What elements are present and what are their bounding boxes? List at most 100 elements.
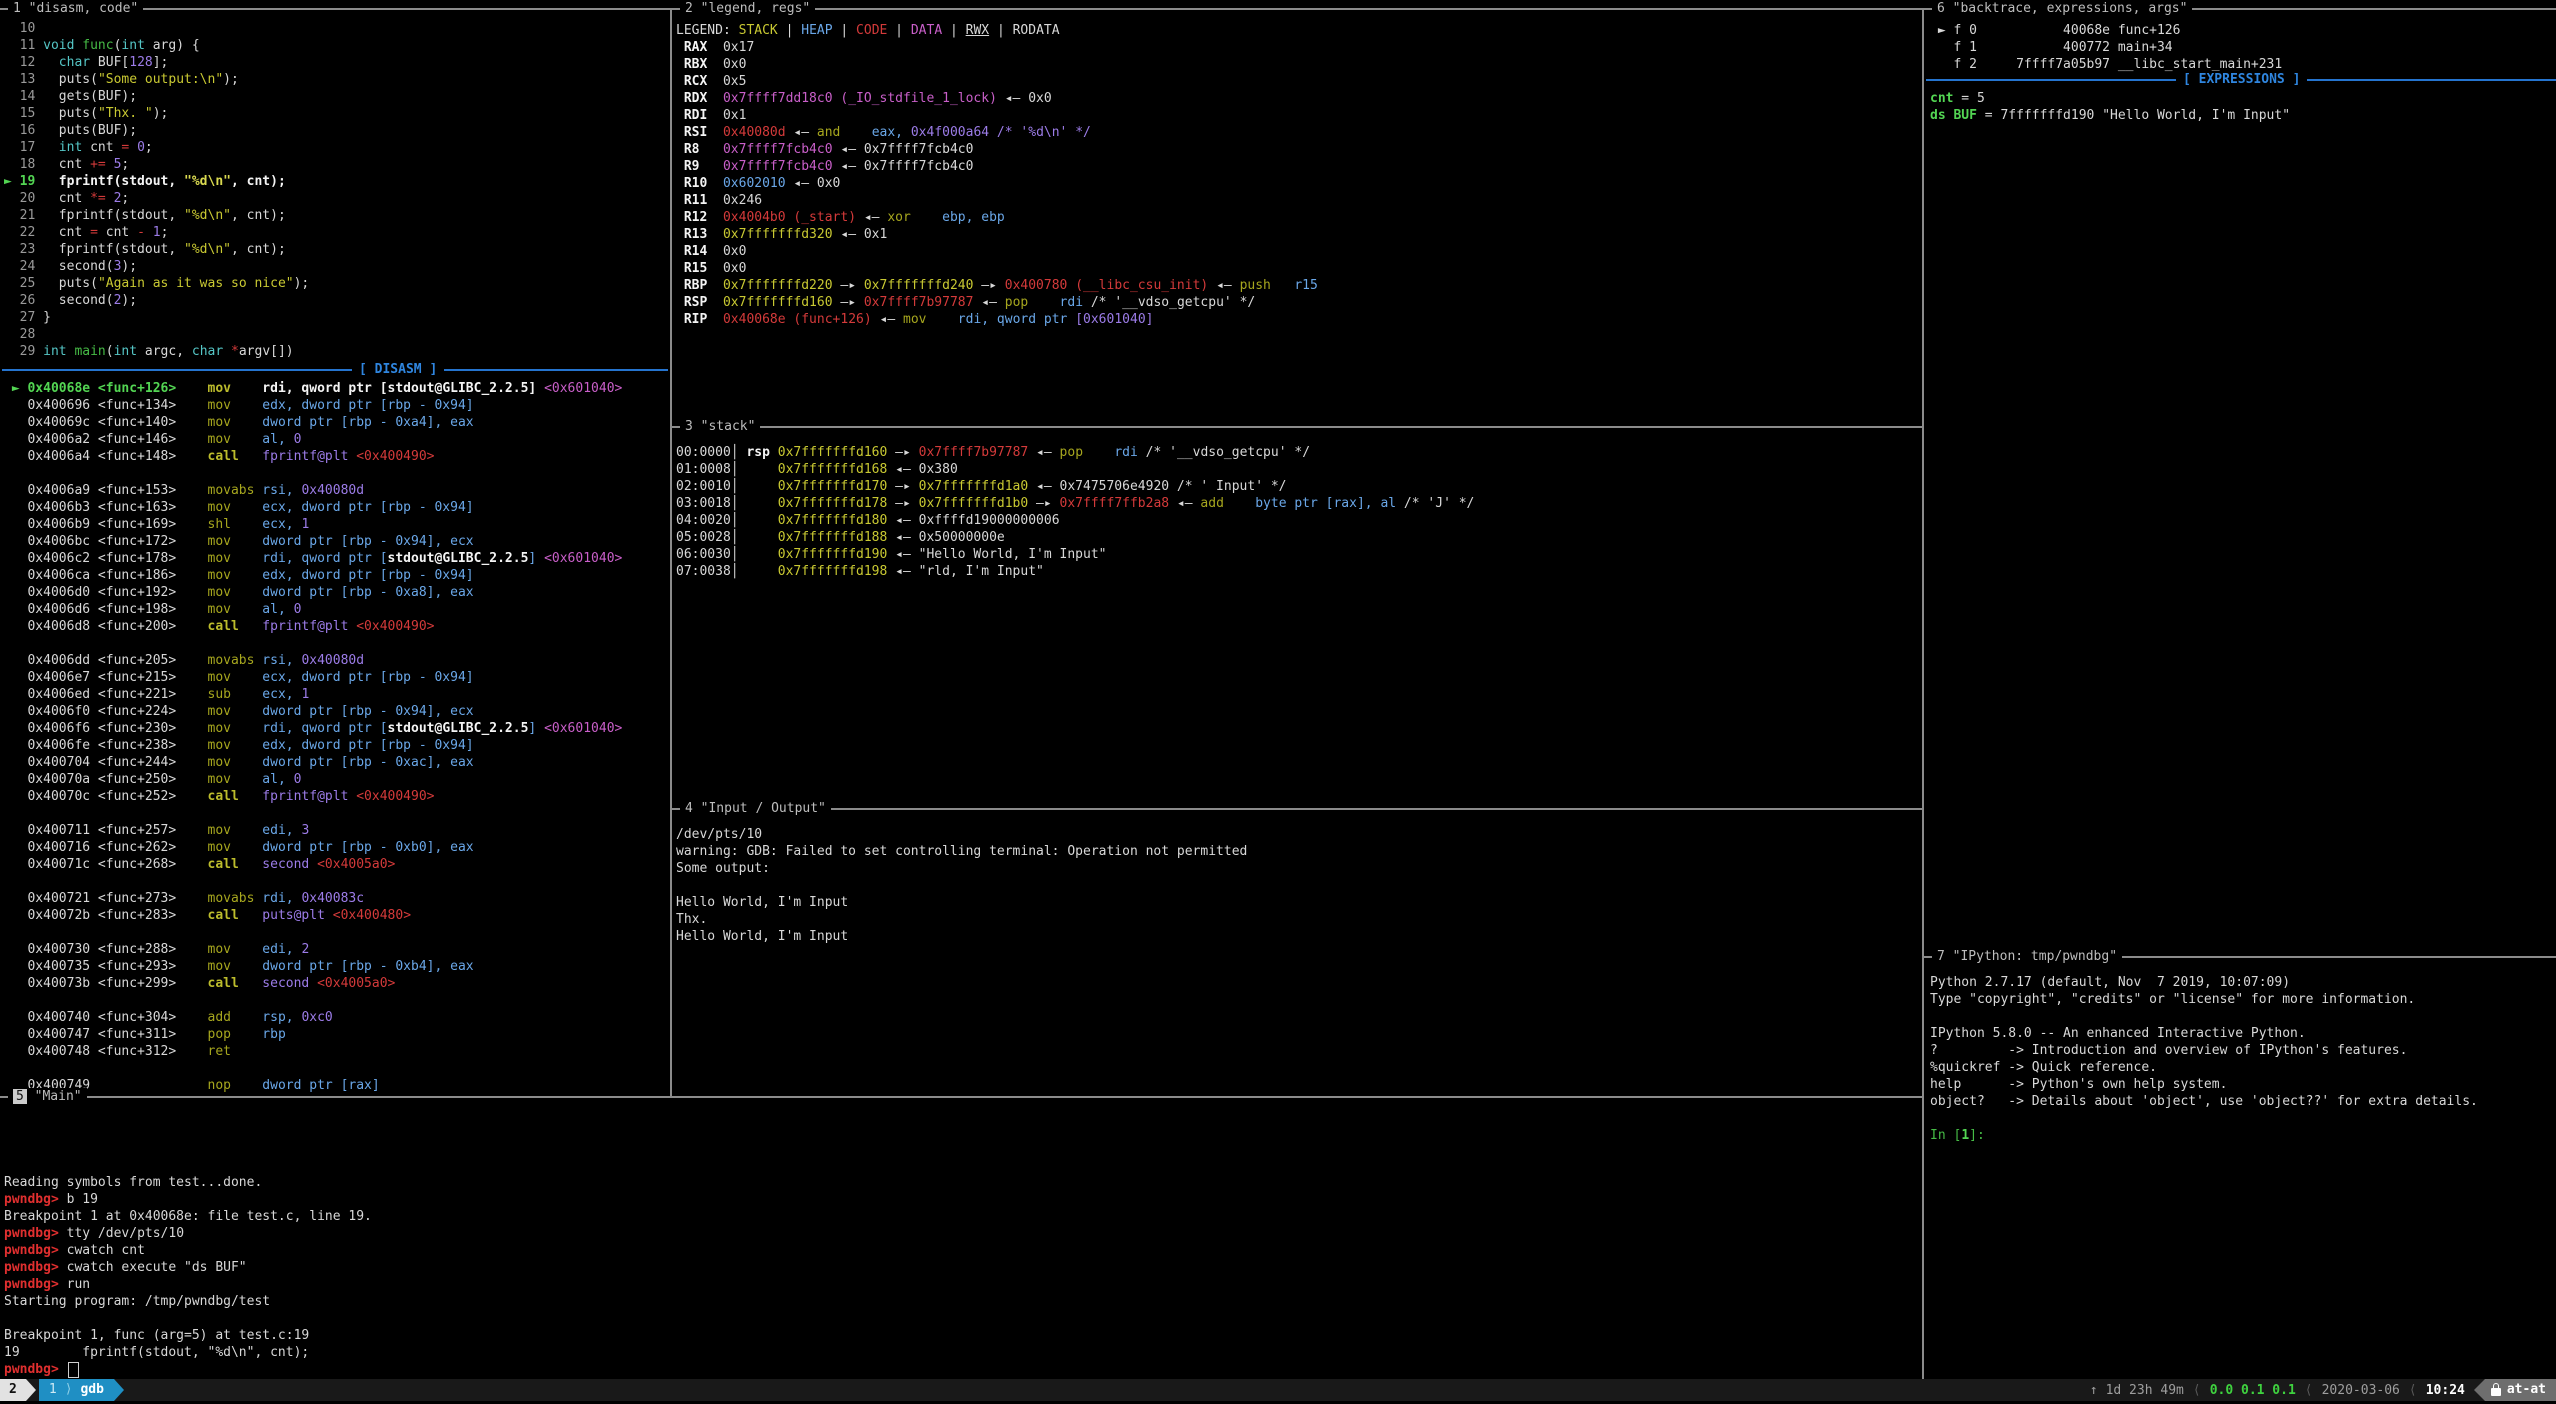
terminal-line: 19 fprintf(stdout, "%d\n", cnt);	[4, 1344, 372, 1361]
terminal-line: ds BUF = 7fffffffd190 "Hello World, I'm …	[1930, 107, 2290, 124]
terminal-line: 0x400704 <func+244> mov dword ptr [rbp -…	[4, 754, 622, 771]
pane-main-gdb[interactable]: Reading symbols from test...done.pwndbg>…	[0, 1098, 1922, 1378]
terminal-line: 03:0018│ 0x7fffffffd178 —▸ 0x7fffffffd1b…	[676, 495, 1474, 512]
terminal-line: pwndbg> b 19	[4, 1191, 372, 1208]
terminal-line: 10	[4, 20, 309, 37]
terminal-line: 0x4006c2 <func+178> mov rdi, qword ptr […	[4, 550, 622, 567]
border-left-middle[interactable]	[670, 8, 672, 1098]
terminal-line: 0x4006ed <func+221> sub ecx, 1	[4, 686, 622, 703]
terminal-line: 12 char BUF[128];	[4, 54, 309, 71]
hostname: at-at	[2507, 1379, 2546, 1401]
terminal-line: ► 0x40068e <func+126> mov rdi, qword ptr…	[4, 380, 622, 397]
terminal-line: pwndbg> cwatch execute "ds BUF"	[4, 1259, 372, 1276]
ipython-console: Python 2.7.17 (default, Nov 7 2019, 10:0…	[1930, 974, 2478, 1144]
thin-separator-icon: ⟨	[2184, 1383, 2210, 1398]
terminal-line: R14 0x0	[676, 243, 1318, 260]
terminal-line: Thx.	[676, 911, 1247, 928]
terminal-line: 29 int main(int argc, char *argv[])	[4, 343, 309, 360]
terminal-line: Breakpoint 1, func (arg=5) at test.c:19	[4, 1327, 372, 1344]
terminal-line	[4, 1123, 372, 1140]
terminal-line: 0x400711 <func+257> mov edi, 3	[4, 822, 622, 839]
terminal-line: 00:0000│ rsp 0x7fffffffd160 —▸ 0x7ffff7b…	[676, 444, 1474, 461]
io-border[interactable]	[672, 808, 1922, 810]
border-middle-right[interactable]	[1922, 8, 1924, 1379]
expressions-listing: cnt = 5ds BUF = 7fffffffd190 "Hello Worl…	[1930, 90, 2290, 124]
terminal-line: 15 puts("Thx. ");	[4, 105, 309, 122]
terminal-line: R10 0x602010 ◂— 0x0	[676, 175, 1318, 192]
terminal-line: 0x4006e7 <func+215> mov ecx, dword ptr […	[4, 669, 622, 686]
terminal-line: R12 0x4004b0 (_start) ◂— xor ebp, ebp	[676, 209, 1318, 226]
terminal-line: 0x40072b <func+283> call puts@plt <0x400…	[4, 907, 622, 924]
terminal-line: RCX 0x5	[676, 73, 1318, 90]
pane-stack[interactable]: 00:0000│ rsp 0x7fffffffd160 —▸ 0x7ffff7b…	[674, 428, 1922, 808]
terminal-line: Starting program: /tmp/pwndbg/test	[4, 1293, 372, 1310]
terminal-line: 0x40070c <func+252> call fprintf@plt <0x…	[4, 788, 622, 805]
terminal-line: 0x4006dd <func+205> movabs rsi, 0x40080d	[4, 652, 622, 669]
main-border[interactable]	[0, 1096, 1922, 1098]
powerline-arrow-icon	[114, 1379, 124, 1401]
terminal-line: 11 void func(int arg) {	[4, 37, 309, 54]
terminal-line: R13 0x7fffffffd320 ◂— 0x1	[676, 226, 1318, 243]
uptime-arrow-icon: ↑	[2090, 1383, 2098, 1398]
pane-backtrace-expressions[interactable]: ► f 0 40068e func+126 f 1 400772 main+34…	[1926, 0, 2556, 956]
terminal-line: RDX 0x7ffff7dd18c0 (_IO_stdfile_1_lock) …	[676, 90, 1318, 107]
stack-listing: 00:0000│ rsp 0x7fffffffd160 —▸ 0x7ffff7b…	[676, 444, 1474, 580]
terminal-line: IPython 5.8.0 -- An enhanced Interactive…	[1930, 1025, 2478, 1042]
terminal-line	[4, 1106, 372, 1123]
terminal-line: 0x4006d8 <func+200> call fprintf@plt <0x…	[4, 618, 622, 635]
pane-input-output[interactable]: /dev/pts/10warning: GDB: Failed to set c…	[674, 810, 1922, 1096]
disasm-listing: ► 0x40068e <func+126> mov rdi, qword ptr…	[4, 380, 622, 1094]
terminal-line: R11 0x246	[676, 192, 1318, 209]
status-left: 2 1 ⟩ gdb	[0, 1379, 124, 1401]
window-tab-gdb[interactable]: 1 ⟩ gdb	[39, 1379, 114, 1401]
terminal-line: 20 cnt *= 2;	[4, 190, 309, 207]
terminal-line: /dev/pts/10	[676, 826, 1247, 843]
terminal-line: R9 0x7ffff7fcb4c0 ◂— 0x7ffff7fcb4c0	[676, 158, 1318, 175]
terminal-line: 21 fprintf(stdout, "%d\n", cnt);	[4, 207, 309, 224]
pane-disasm-code[interactable]: 10 11 void func(int arg) { 12 char BUF[1…	[0, 0, 670, 1096]
stack-border[interactable]	[672, 426, 1922, 428]
session-name[interactable]: 2	[0, 1379, 26, 1401]
terminal-line: 0x400749 nop dword ptr [rax]	[4, 1077, 622, 1094]
disasm-separator-label: [ DISASM ]	[352, 361, 444, 378]
hostname-segment: at-at	[2485, 1379, 2556, 1401]
terminal-line: RSI 0x40080d ◂— and eax, 0x4f000a64 /* '…	[676, 124, 1318, 141]
terminal-line: Hello World, I'm Input	[676, 894, 1247, 911]
pane-title-main: 5 "Main"	[8, 1088, 87, 1105]
terminal-line: 0x400696 <func+134> mov edx, dword ptr […	[4, 397, 622, 414]
terminal-line: 0x4006d6 <func+198> mov al, 0	[4, 601, 622, 618]
terminal-line: cnt = 5	[1930, 90, 2290, 107]
terminal-line: LEGEND: STACK | HEAP | CODE | DATA | RWX…	[676, 22, 1318, 39]
pane-title-stack: 3 "stack"	[680, 418, 760, 435]
terminal-line: RSP 0x7fffffffd160 —▸ 0x7ffff7b97787 ◂— …	[676, 294, 1318, 311]
pane-title-backtrace: 6 "backtrace, expressions, args"	[1932, 0, 2192, 17]
terminal-line: RDI 0x1	[676, 107, 1318, 124]
terminal-line: 0x40071c <func+268> call second <0x4005a…	[4, 856, 622, 873]
terminal-line: help -> Python's own help system.	[1930, 1076, 2478, 1093]
terminal-line	[4, 635, 622, 652]
source-listing: 10 11 void func(int arg) { 12 char BUF[1…	[4, 20, 309, 360]
terminal-line: 0x4006a2 <func+146> mov al, 0	[4, 431, 622, 448]
terminal-line: ► 19 fprintf(stdout, "%d\n", cnt);	[4, 173, 309, 190]
window-index: 1	[49, 1379, 57, 1401]
tmux-status-bar: 2 1 ⟩ gdb ↑ 1d 23h 49m ⟨ 0.0 0.1 0.1 ⟨ 2…	[0, 1379, 2556, 1401]
terminal-line: R15 0x0	[676, 260, 1318, 277]
terminal-line: Hello World, I'm Input	[676, 928, 1247, 945]
terminal-line: 04:0020│ 0x7fffffffd180 ◂— 0xffffd190000…	[676, 512, 1474, 529]
terminal-line: 0x4006f0 <func+224> mov dword ptr [rbp -…	[4, 703, 622, 720]
terminal-line	[4, 1310, 372, 1327]
uptime: 1d 23h 49m	[2106, 1383, 2184, 1398]
terminal-line: pwndbg> tty /dev/pts/10	[4, 1225, 372, 1242]
terminal-line: RBX 0x0	[676, 56, 1318, 73]
expressions-separator-label: [ EXPRESSIONS ]	[2176, 71, 2307, 88]
terminal-line: 14 gets(BUF);	[4, 88, 309, 105]
terminal-line: 07:0038│ 0x7fffffffd198 ◂— "rld, I'm Inp…	[676, 563, 1474, 580]
terminal-line: 0x4006a9 <func+153> movabs rsi, 0x40080d	[4, 482, 622, 499]
terminal-line: 0x400735 <func+293> mov dword ptr [rbp -…	[4, 958, 622, 975]
terminal-line: 0x4006d0 <func+192> mov dword ptr [rbp -…	[4, 584, 622, 601]
status-right: ↑ 1d 23h 49m ⟨ 0.0 0.1 0.1 ⟨ 2020-03-06 …	[2090, 1379, 2556, 1401]
pane-legend-regs[interactable]: LEGEND: STACK | HEAP | CODE | DATA | RWX…	[674, 0, 1922, 426]
pane-ipython[interactable]: Python 2.7.17 (default, Nov 7 2019, 10:0…	[1926, 958, 2556, 1378]
terminal-line: 27 }	[4, 309, 309, 326]
gdb-console: Reading symbols from test...done.pwndbg>…	[4, 1106, 372, 1378]
